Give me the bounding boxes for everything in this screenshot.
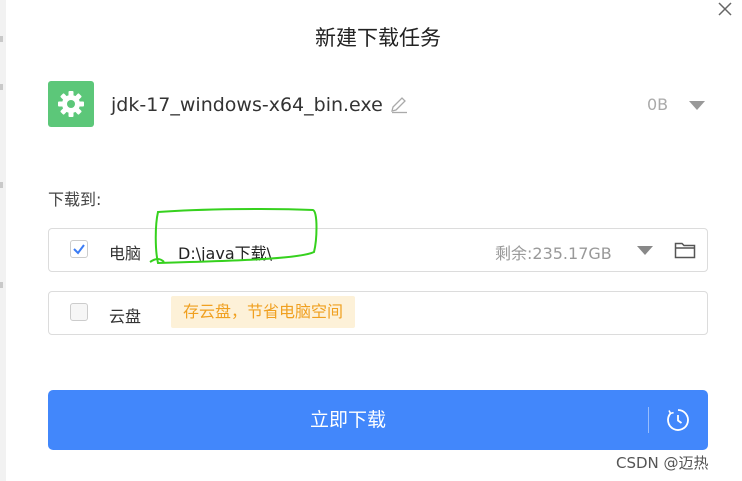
pc-location-row[interactable]: 电脑 D:\java下载\ 剩余:235.17GB: [48, 228, 708, 272]
pc-label: 电脑: [109, 244, 142, 263]
pc-checkbox[interactable]: [70, 240, 88, 258]
cloud-location-row[interactable]: 云盘 存云盘，节省电脑空间: [48, 291, 708, 335]
file-type-icon: [48, 81, 94, 127]
folder-icon[interactable]: [674, 240, 696, 260]
dialog-title: 新建下载任务: [315, 26, 441, 50]
file-name[interactable]: jdk-17_windows-x64_bin.exe: [111, 94, 383, 116]
file-size: 0B: [647, 95, 669, 114]
cloud-promo-tag: 存云盘，节省电脑空间: [171, 296, 356, 328]
clock-icon[interactable]: [665, 407, 691, 433]
pencil-icon[interactable]: [389, 94, 409, 114]
chevron-down-icon[interactable]: [637, 246, 653, 255]
download-path[interactable]: D:\java下载\: [178, 240, 272, 264]
gear-icon: [58, 91, 84, 117]
background-window-edge: [0, 0, 6, 481]
download-now-label: 立即下载: [309, 409, 386, 431]
download-to-label: 下载到:: [48, 190, 102, 209]
chevron-down-icon[interactable]: [689, 101, 705, 110]
free-space: 剩余:235.17GB: [495, 244, 612, 263]
watermark: CSDN @迈热: [616, 454, 709, 472]
check-icon: [73, 244, 85, 255]
cloud-label: 云盘: [109, 307, 142, 326]
download-now-button[interactable]: 立即下载: [48, 390, 708, 450]
cloud-checkbox[interactable]: [70, 303, 88, 321]
close-icon[interactable]: [714, 0, 736, 20]
button-divider: [648, 407, 649, 433]
